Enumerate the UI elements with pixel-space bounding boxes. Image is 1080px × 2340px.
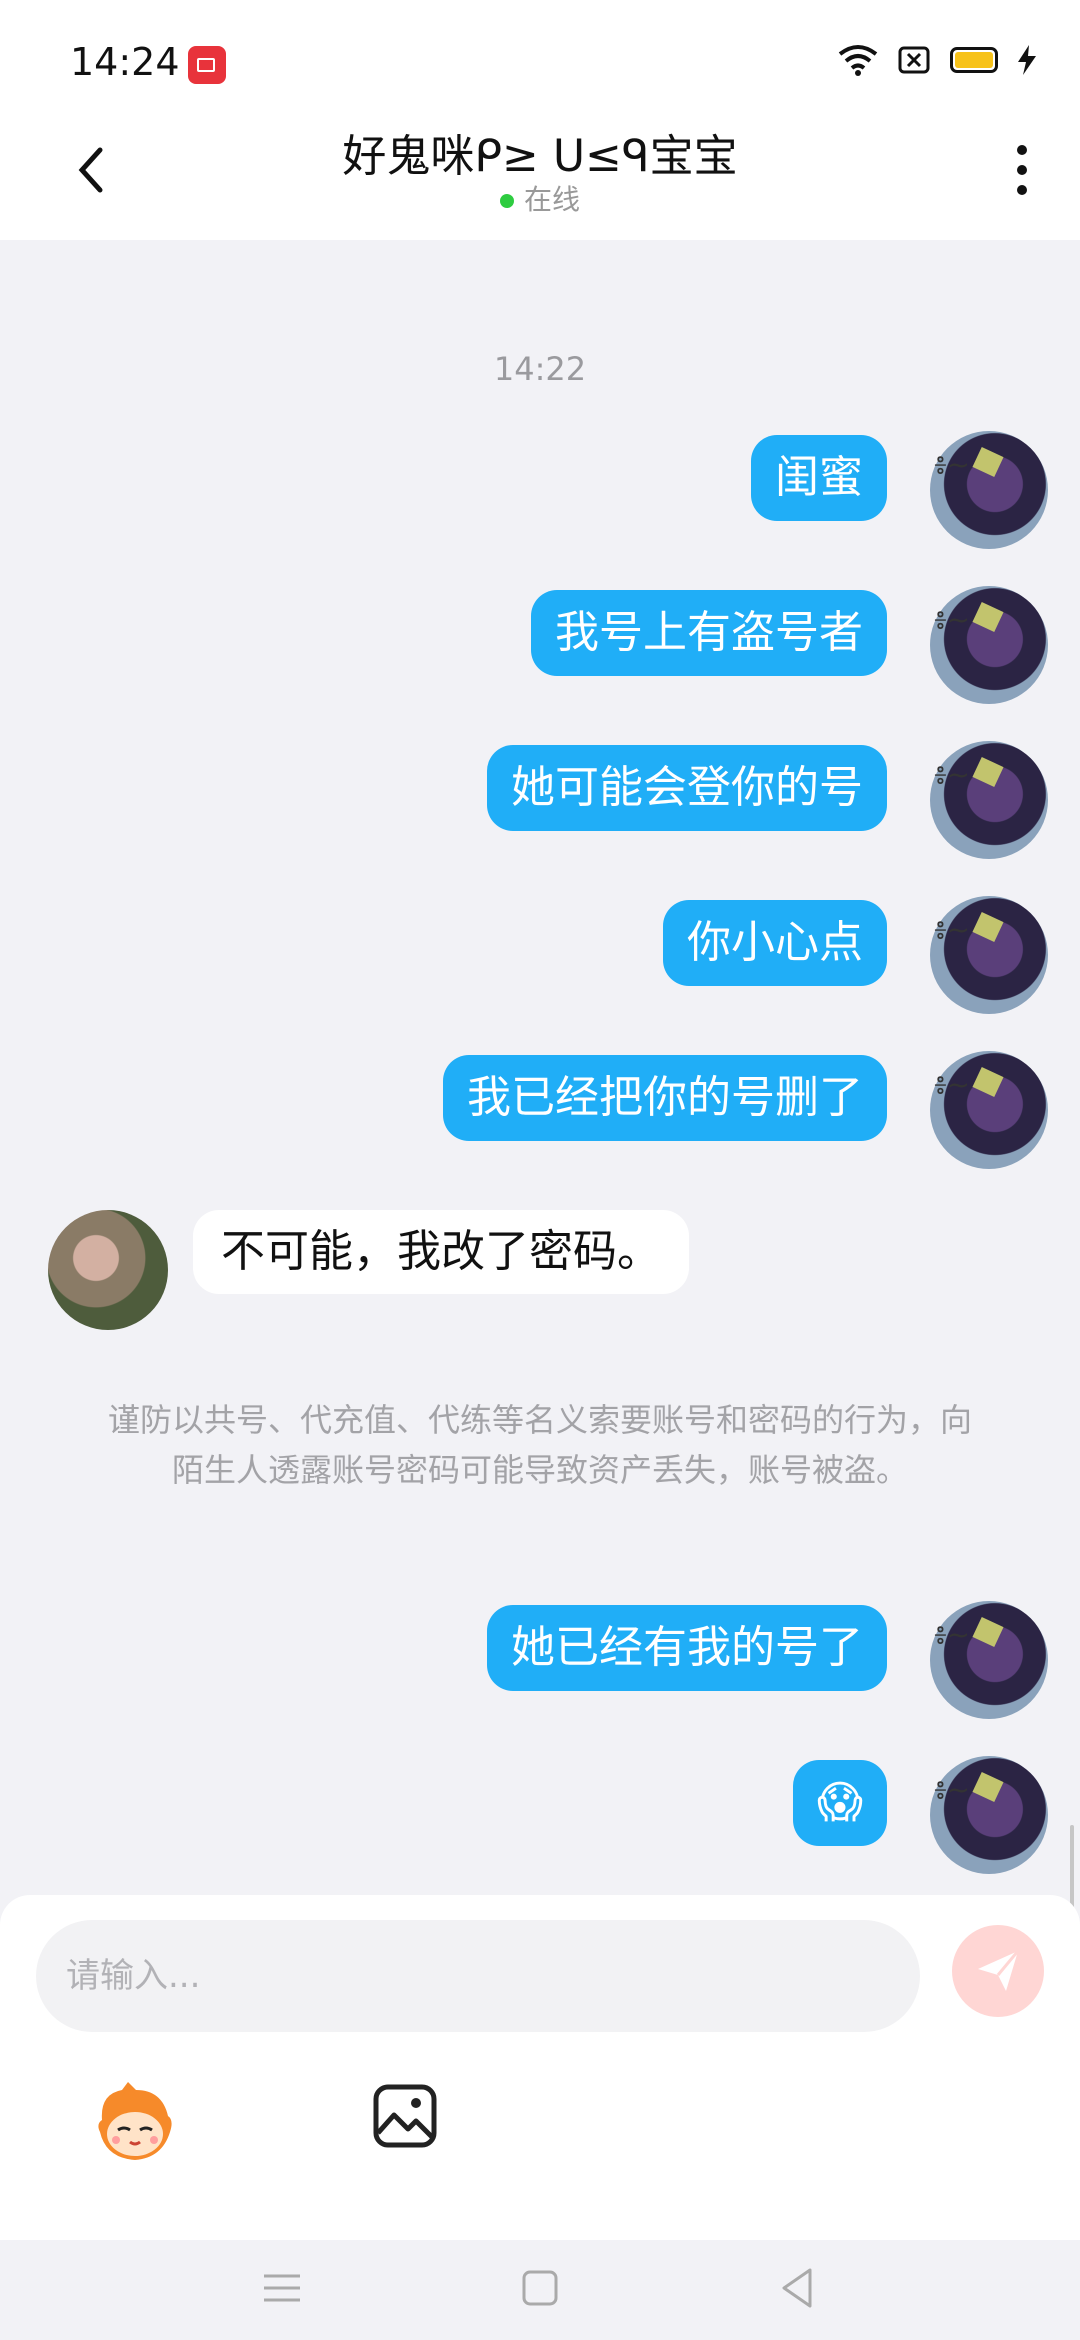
battery-icon	[950, 47, 998, 73]
chat-timestamp: 14:22	[493, 350, 587, 388]
message-row: 你小心点 ៖~	[0, 896, 1080, 1020]
outgoing-message[interactable]: 你小心点	[663, 900, 887, 986]
outgoing-message[interactable]: 我已经把你的号删了	[443, 1055, 887, 1141]
send-icon	[978, 1950, 1020, 1991]
avatar-badge: ៖~	[934, 603, 970, 636]
online-status: 在线	[0, 178, 1080, 218]
message-row: 闺蜜 ៖~	[0, 431, 1080, 555]
outgoing-message[interactable]: 她可能会登你的号	[487, 745, 887, 831]
status-bar: 14:24	[0, 0, 1080, 130]
avatar-badge: ៖~	[934, 448, 970, 481]
outgoing-message[interactable]: 闺蜜	[751, 435, 887, 521]
incoming-message[interactable]: 不可能，我改了密码。	[193, 1210, 689, 1294]
status-time: 14:24	[70, 40, 180, 84]
charging-icon	[1018, 45, 1036, 75]
avatar-badge: ៖~	[934, 913, 970, 946]
sim-icon	[898, 46, 930, 74]
emoji-sticker-icon[interactable]	[92, 2080, 178, 2166]
home-nav-icon[interactable]	[510, 2258, 570, 2318]
message-row: 她已经有我的号了 ៖~	[0, 1601, 1080, 1725]
image-picker-icon[interactable]	[372, 2083, 438, 2149]
back-nav-icon[interactable]	[768, 2258, 828, 2318]
avatar-badge: ៖~	[934, 1618, 970, 1651]
message-input[interactable]: 请输入...	[36, 1920, 920, 2032]
message-row: 她可能会登你的号 ៖~	[0, 741, 1080, 865]
incoming-message-row: 不可能，我改了密码。	[0, 1210, 1080, 1340]
send-button[interactable]	[952, 1925, 1044, 2017]
outgoing-message[interactable]: 我号上有盗号者	[531, 590, 887, 676]
outgoing-emoji-message[interactable]: 😱	[793, 1760, 887, 1846]
input-area: 请输入...	[0, 1895, 1080, 2240]
avatar-badge: ៖~	[934, 1068, 970, 1101]
outgoing-message[interactable]: 她已经有我的号了	[487, 1605, 887, 1691]
online-dot-icon	[499, 194, 514, 208]
system-nav-bar	[0, 2240, 1080, 2340]
screen-record-icon	[188, 46, 226, 84]
message-row: 我号上有盗号者 ៖~	[0, 586, 1080, 710]
chat-header: 好鬼咪ᑭ≥ ᑌ≤ᑫ宝宝 在线	[0, 130, 1080, 240]
security-warning: 谨防以共号、代充值、代练等名义索要账号和密码的行为，向陌生人透露账号密码可能导致…	[107, 1401, 972, 1489]
message-row: 我已经把你的号删了 ៖~	[0, 1051, 1080, 1175]
contact-avatar[interactable]	[48, 1210, 168, 1330]
menu-nav-icon[interactable]	[252, 2258, 312, 2318]
more-options-icon[interactable]	[992, 140, 1052, 200]
message-row: 😱 ៖~	[0, 1756, 1080, 1880]
avatar-badge: ៖~	[934, 758, 970, 791]
avatar-badge: ៖~	[934, 1773, 970, 1806]
contact-name: 好鬼咪ᑭ≥ ᑌ≤ᑫ宝宝	[342, 131, 738, 182]
system-icons	[838, 44, 1036, 76]
wifi-icon	[838, 45, 878, 76]
